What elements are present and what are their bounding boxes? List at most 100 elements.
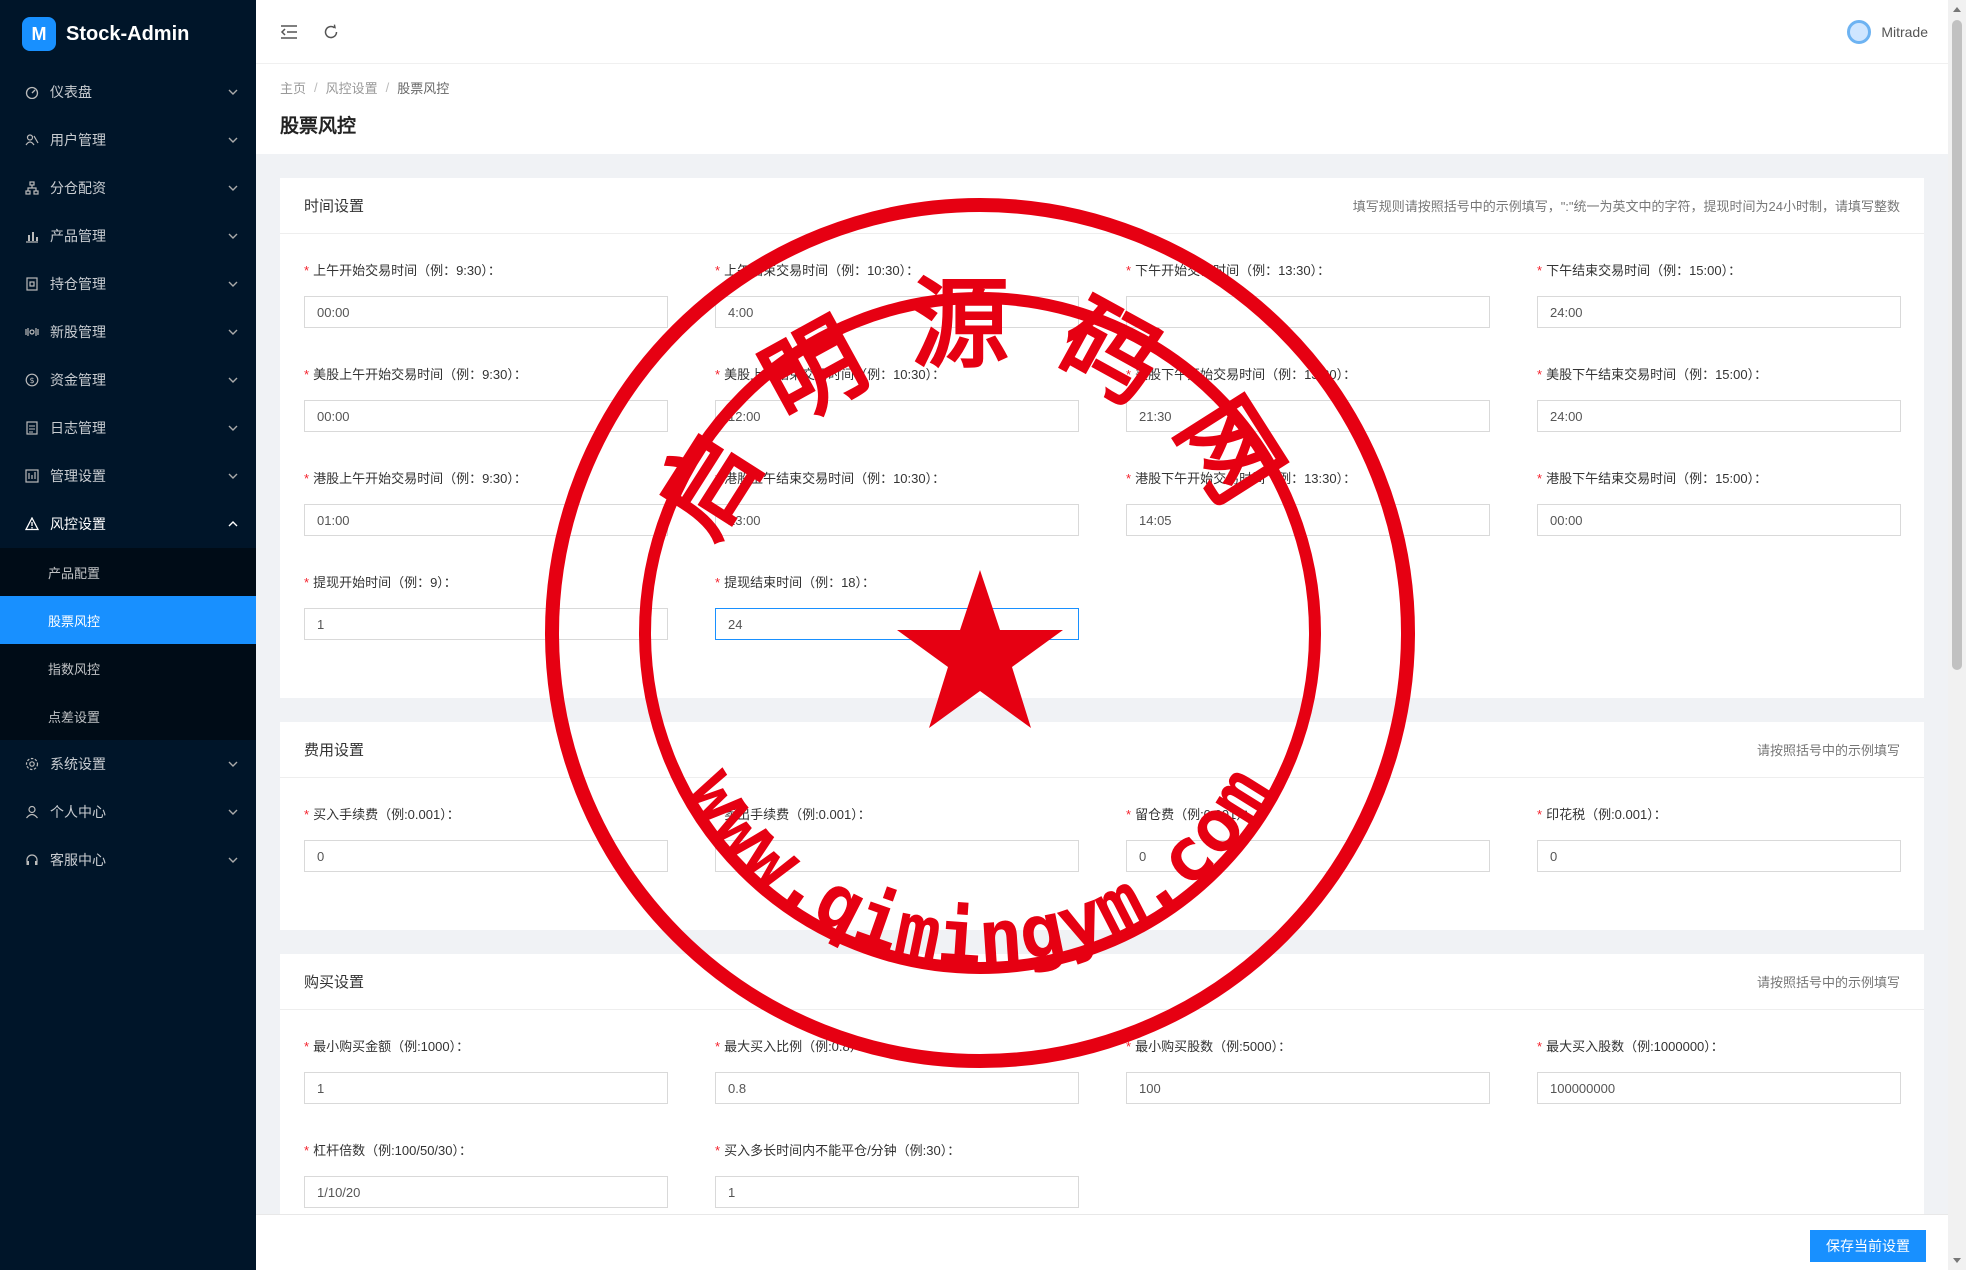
sidebar-item-label: 系统设置 — [50, 756, 106, 772]
required-mark: * — [304, 575, 310, 590]
max-buy-shares-input[interactable] — [1537, 1072, 1901, 1104]
no-close-minutes-input[interactable] — [715, 1176, 1079, 1208]
sidebar-item-dashboard[interactable]: 仪表盘 — [0, 68, 256, 116]
time-settings-card: 时间设置 填写规则请按照括号中的示例填写，":"统一为英文中的字符，提现时间为2… — [280, 178, 1924, 698]
logo-icon: M — [22, 17, 56, 51]
pm-end-input[interactable] — [1537, 296, 1901, 328]
sidebar-item-logs[interactable]: 日志管理 — [0, 404, 256, 452]
am-end-input[interactable] — [715, 296, 1079, 328]
breadcrumb-current: 股票风控 — [397, 81, 450, 96]
overnight-fee-input[interactable] — [1126, 840, 1490, 872]
min-buy-amount-input[interactable] — [304, 1072, 668, 1104]
required-mark: * — [304, 471, 310, 486]
form-field: * 印花税（例:0.001）： — [1537, 798, 1901, 902]
card-body: *最小购买金额（例:1000）： *最大买入比例（例:0.8）： *最小购买股数… — [280, 1010, 1924, 1246]
sidebar-subitem-stock-risk[interactable]: 股票风控 — [0, 596, 256, 644]
required-mark: * — [715, 807, 721, 822]
max-buy-ratio-input[interactable] — [715, 1072, 1079, 1104]
sidebar-item-users[interactable]: 用户管理 — [0, 116, 256, 164]
scrollbar[interactable] — [1948, 0, 1966, 1270]
required-mark: * — [1126, 471, 1132, 486]
sidebar-item-system[interactable]: 系统设置 — [0, 740, 256, 788]
sidebar-subitem-spread[interactable]: 点差设置 — [0, 692, 256, 740]
stamp-tax-input[interactable] — [1537, 840, 1901, 872]
sidebar-subitem-product-config[interactable]: 产品配置 — [0, 548, 256, 596]
field-label: * 下午结束交易时间（例：15:00）： — [1537, 263, 1742, 278]
sidebar-item-label: 日志管理 — [50, 420, 106, 436]
chevron-down-icon — [228, 183, 238, 193]
card-header: 时间设置 填写规则请按照括号中的示例填写，":"统一为英文中的字符，提现时间为2… — [280, 178, 1924, 234]
required-mark: * — [1126, 807, 1132, 822]
required-mark: * — [304, 263, 310, 278]
field-label: * 最小购买股数（例:5000）： — [1126, 1039, 1292, 1054]
card-title: 费用设置 — [304, 742, 365, 759]
sidebar-item-products[interactable]: 产品管理 — [0, 212, 256, 260]
field-label: * 美股上午结束交易时间（例：10:30）： — [715, 367, 946, 382]
us-am-end-input[interactable] — [715, 400, 1079, 432]
scroll-down-icon[interactable] — [1948, 1252, 1966, 1270]
hk-pm-start-input[interactable] — [1126, 504, 1490, 536]
leverage-input[interactable] — [304, 1176, 668, 1208]
withdraw-start-input[interactable] — [304, 608, 668, 640]
required-mark: * — [1126, 263, 1132, 278]
required-mark: * — [715, 471, 721, 486]
min-buy-shares-input[interactable] — [1126, 1072, 1490, 1104]
log-icon — [24, 420, 40, 436]
us-pm-end-input[interactable] — [1537, 400, 1901, 432]
sidebar-item-funds[interactable]: $ 资金管理 — [0, 356, 256, 404]
warning-icon — [24, 516, 40, 532]
sidebar-item-ipo[interactable]: 新股管理 — [0, 308, 256, 356]
logo[interactable]: M Stock-Admin — [0, 0, 256, 68]
risk-submenu: 产品配置 股票风控 指数风控 点差设置 — [0, 548, 256, 740]
hk-am-start-input[interactable] — [304, 504, 668, 536]
breadcrumb-home[interactable]: 主页 — [280, 78, 306, 97]
form-field: * 上午结束交易时间（例：10:30）： — [715, 254, 1079, 358]
chevron-down-icon — [228, 807, 238, 817]
sidebar-subitem-index-risk[interactable]: 指数风控 — [0, 644, 256, 692]
footer-bar: 保存当前设置 — [256, 1214, 1948, 1270]
buy-fee-input[interactable] — [304, 840, 668, 872]
sidebar-item-risk[interactable]: 风控设置 — [0, 500, 256, 548]
page-title: 股票风控 — [280, 116, 357, 137]
scroll-thumb[interactable] — [1952, 20, 1962, 670]
sidebar-item-profile[interactable]: 个人中心 — [0, 788, 256, 836]
app-name: Stock-Admin — [66, 22, 190, 45]
chevron-down-icon — [228, 471, 238, 481]
sidebar-item-label: 个人中心 — [50, 804, 106, 820]
breadcrumb-separator: / — [385, 80, 390, 95]
field-label: * 最大买入比例（例:0.8）： — [715, 1039, 870, 1054]
form-field: * 美股下午开始交易时间（例：13:30）： — [1126, 358, 1490, 462]
us-am-start-input[interactable] — [304, 400, 668, 432]
field-label: * 港股下午结束交易时间（例：15:00）： — [1537, 471, 1768, 486]
form-field: * 上午开始交易时间（例：9:30）： — [304, 254, 668, 358]
hk-am-end-input[interactable] — [715, 504, 1079, 536]
sidebar-item-allocation[interactable]: 分仓配资 — [0, 164, 256, 212]
form-field: * 港股上午开始交易时间（例：9:30）： — [304, 462, 668, 566]
us-pm-start-input[interactable] — [1126, 400, 1490, 432]
hk-pm-end-input[interactable] — [1537, 504, 1901, 536]
save-settings-button[interactable]: 保存当前设置 — [1810, 1230, 1926, 1262]
sell-fee-input[interactable] — [715, 840, 1079, 872]
refresh-icon[interactable] — [320, 21, 342, 43]
pm-start-input[interactable] — [1126, 296, 1490, 328]
form-field: * 最小购买股数（例:5000）： — [1126, 1030, 1490, 1134]
required-mark: * — [304, 1039, 310, 1054]
menu-fold-icon[interactable] — [278, 21, 300, 43]
sidebar-item-admin[interactable]: 管理设置 — [0, 452, 256, 500]
withdraw-end-input[interactable] — [715, 608, 1079, 640]
breadcrumb-risk[interactable]: 风控设置 — [326, 78, 378, 97]
required-mark: * — [1537, 471, 1543, 486]
am-start-input[interactable] — [304, 296, 668, 328]
sidebar-item-label: 管理设置 — [50, 468, 106, 484]
chevron-down-icon — [228, 327, 238, 337]
user-menu[interactable]: Mitrade — [1847, 19, 1928, 44]
card-title: 时间设置 — [304, 198, 365, 215]
field-label: * 美股下午开始交易时间（例：13:30）： — [1126, 367, 1357, 382]
chevron-down-icon — [228, 279, 238, 289]
field-label: * 买入多长时间内不能平仓/分钟（例:30）： — [715, 1143, 961, 1158]
sidebar-item-support[interactable]: 客服中心 — [0, 836, 256, 884]
scroll-up-icon[interactable] — [1948, 0, 1966, 18]
breadcrumb-separator: / — [314, 80, 318, 95]
sidebar-item-positions[interactable]: 持仓管理 — [0, 260, 256, 308]
form-field: * 提现结束时间（例：18）： — [715, 566, 1079, 670]
